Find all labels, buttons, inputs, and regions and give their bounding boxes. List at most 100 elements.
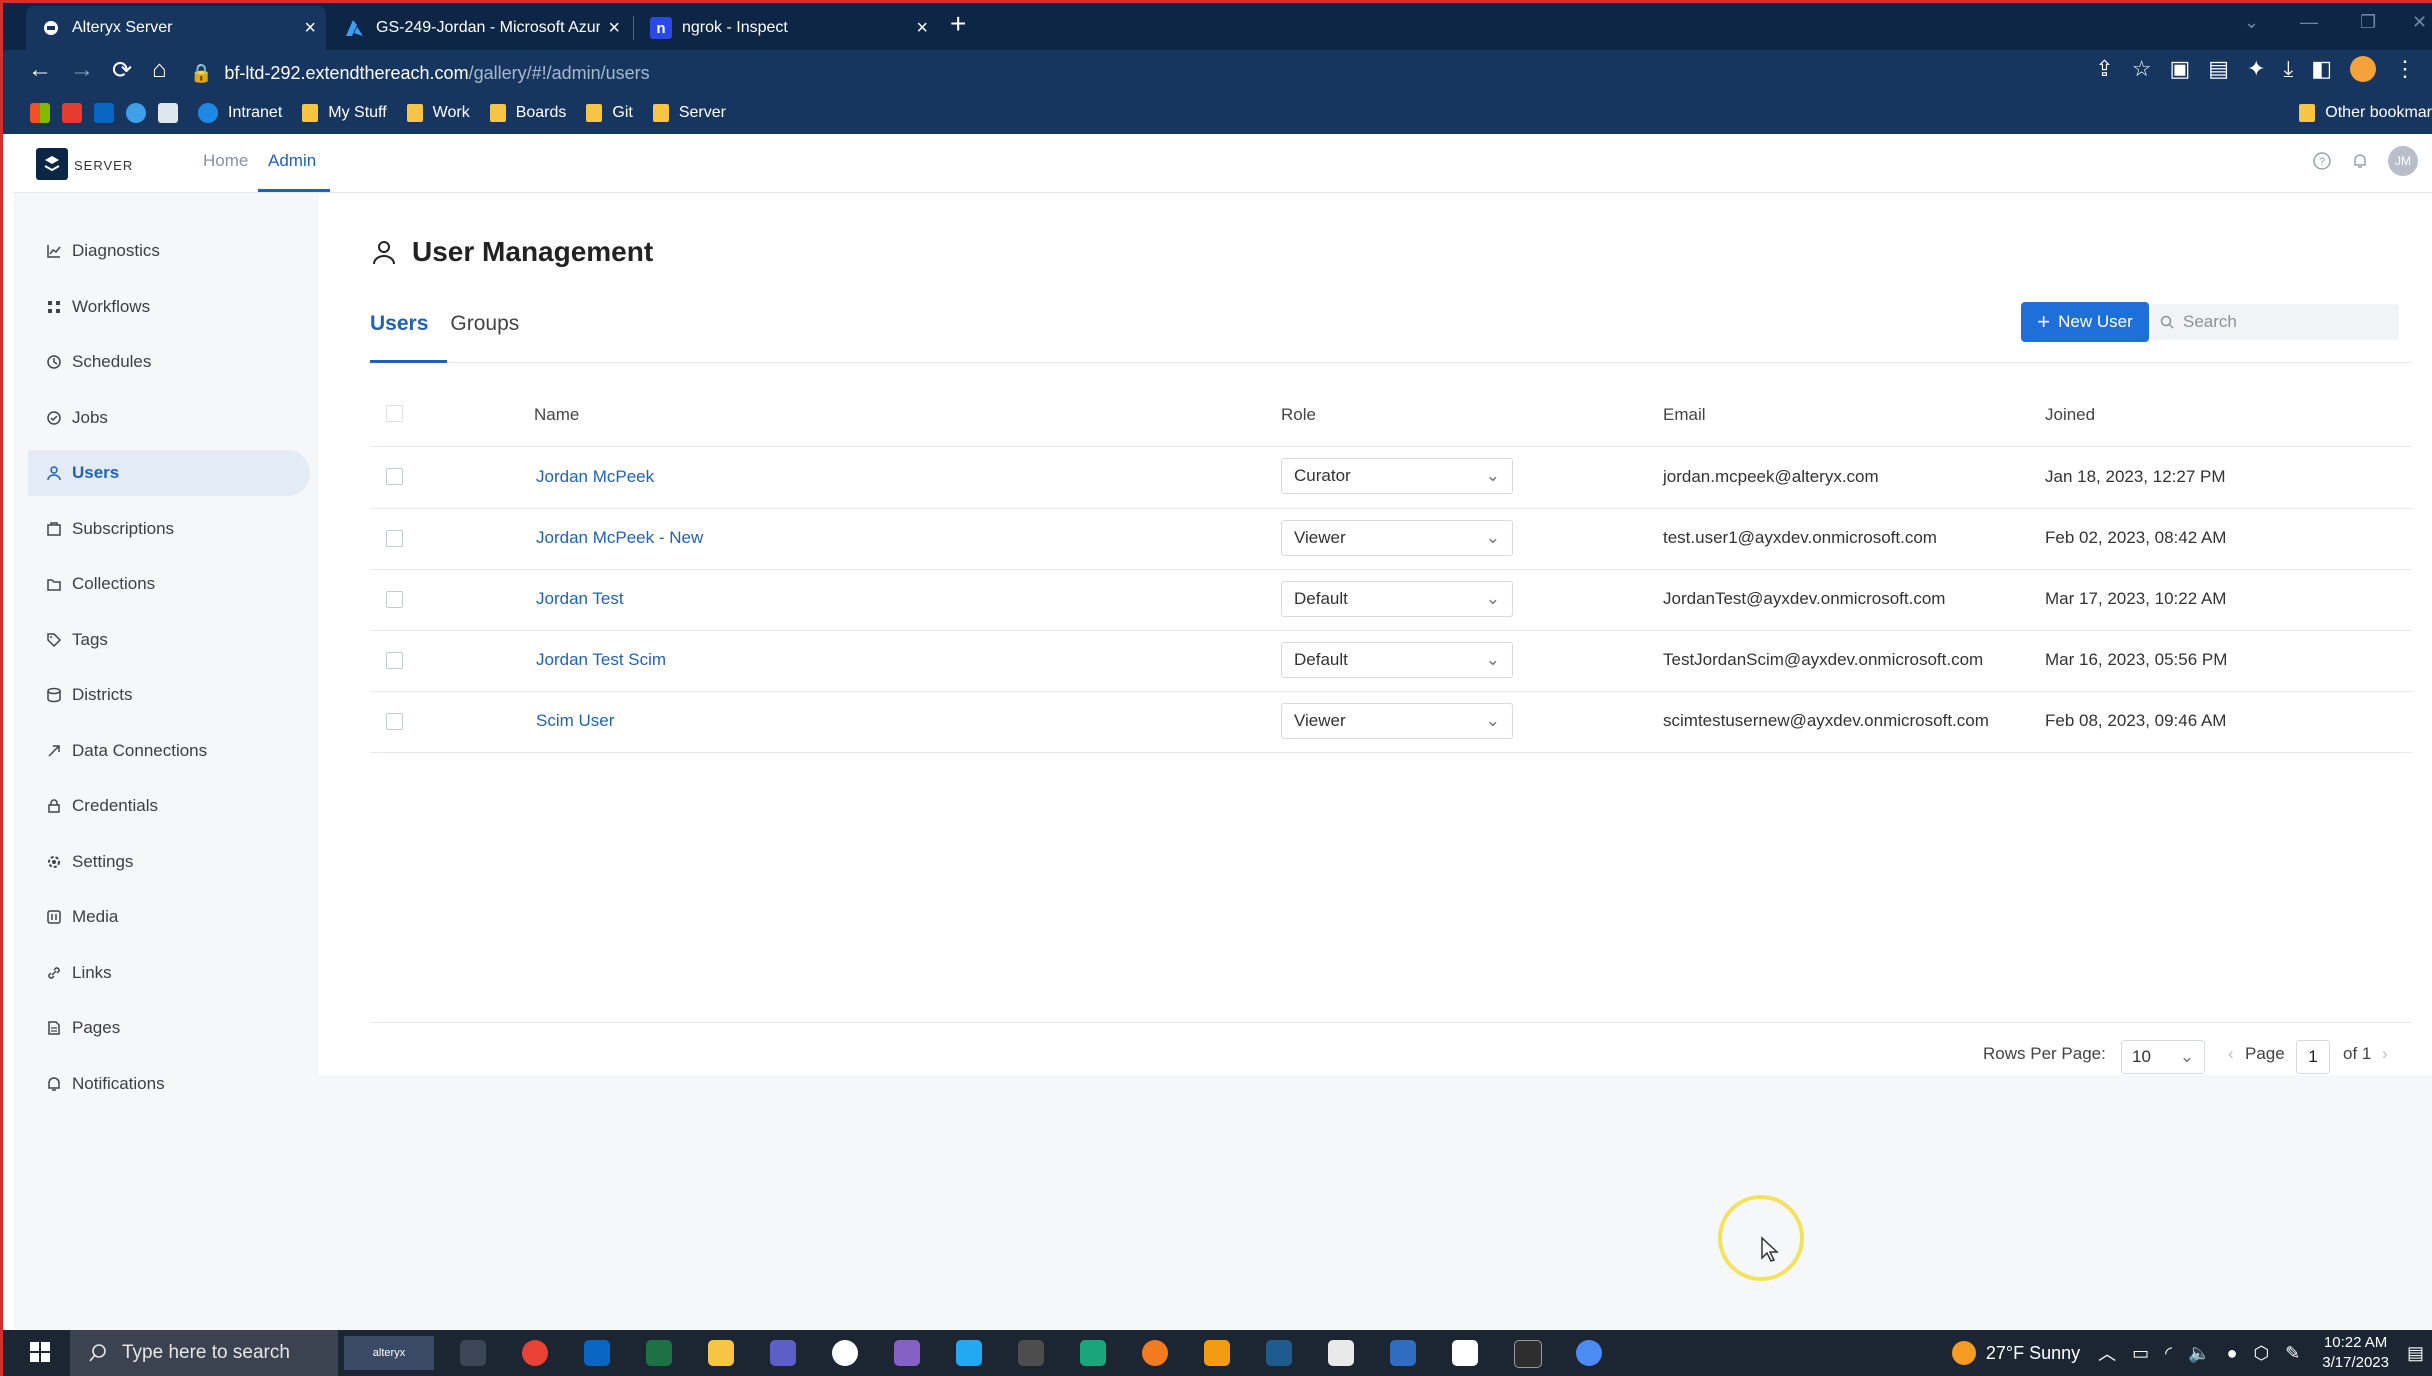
sidebar-item-subscriptions[interactable]: Subscriptions: [28, 506, 310, 552]
select-all-checkbox[interactable]: [386, 405, 403, 422]
minimize-icon[interactable]: —: [2300, 12, 2318, 33]
taskbar-search[interactable]: Type here to search: [70, 1330, 338, 1376]
weather-text[interactable]: 27°F Sunny: [1986, 1343, 2080, 1364]
slack-icon[interactable]: [832, 1340, 858, 1366]
user-name-link[interactable]: Jordan McPeek - New: [536, 528, 703, 548]
task-view-icon[interactable]: [460, 1340, 486, 1366]
row-checkbox[interactable]: [386, 591, 403, 608]
sublime-icon[interactable]: [1204, 1340, 1230, 1366]
sidebar-item-media[interactable]: Media: [28, 894, 310, 940]
column-header-name[interactable]: Name: [534, 405, 579, 425]
bookmark-server[interactable]: Server: [652, 104, 726, 122]
role-select[interactable]: Viewer ⌄: [1281, 703, 1513, 739]
back-icon[interactable]: ←: [28, 56, 52, 84]
home-icon[interactable]: ⌂: [152, 56, 167, 84]
linkedin-icon[interactable]: [94, 103, 114, 123]
column-header-joined[interactable]: Joined: [2045, 405, 2095, 425]
row-checkbox[interactable]: [386, 530, 403, 547]
bookmark-app-icon[interactable]: [158, 103, 178, 123]
close-icon[interactable]: ×: [304, 17, 316, 40]
role-select[interactable]: Viewer ⌄: [1281, 520, 1513, 556]
chrome-icon[interactable]: [522, 1340, 548, 1366]
sidebar-item-districts[interactable]: Districts: [28, 672, 310, 718]
sidebar-item-jobs[interactable]: Jobs: [28, 395, 310, 441]
page-number-input[interactable]: 1: [2296, 1040, 2330, 1074]
row-checkbox[interactable]: [386, 468, 403, 485]
bookmark-my-stuff[interactable]: My Stuff: [302, 104, 387, 122]
nav-admin[interactable]: Admin: [268, 151, 316, 171]
bookmark-intranet[interactable]: Intranet: [198, 103, 282, 123]
wifi-icon[interactable]: ◜: [2165, 1343, 2172, 1364]
bell-icon[interactable]: [2350, 151, 2370, 171]
puzzle-icon[interactable]: ✦: [2247, 56, 2265, 82]
sidebar-item-tags[interactable]: Tags: [28, 617, 310, 663]
powershell-icon[interactable]: [1390, 1340, 1416, 1366]
user-name-link[interactable]: Jordan Test: [536, 589, 624, 609]
vscode-icon[interactable]: [956, 1340, 982, 1366]
sidebar-item-notifications[interactable]: Notifications: [28, 1061, 310, 1107]
sidebar-item-workflows[interactable]: Workflows: [28, 284, 310, 330]
reload-icon[interactable]: ⟳: [112, 56, 132, 85]
sidebar-item-credentials[interactable]: Credentials: [28, 783, 310, 829]
status-dot-icon[interactable]: ●: [2227, 1343, 2238, 1364]
column-header-email[interactable]: Email: [1663, 405, 1706, 425]
tab-ngrok[interactable]: n ngrok - Inspect ×: [636, 6, 938, 50]
download-icon[interactable]: ⤓: [2283, 56, 2293, 82]
sidebar-item-data-connections[interactable]: Data Connections: [28, 728, 310, 774]
role-select[interactable]: Curator ⌄: [1281, 458, 1513, 494]
dropbox-icon[interactable]: ⬡: [2253, 1343, 2269, 1364]
search-input[interactable]: [2181, 311, 2385, 333]
role-select[interactable]: Default ⌄: [1281, 581, 1513, 617]
alteryx-logo-icon[interactable]: [36, 148, 68, 180]
other-bookmarks[interactable]: Other bookmar: [2299, 104, 2432, 122]
chevron-up-icon[interactable]: ︿: [2098, 1340, 2116, 1366]
bookmark-work[interactable]: Work: [406, 104, 470, 122]
row-checkbox[interactable]: [386, 652, 403, 669]
window-close-icon[interactable]: ✕: [2412, 12, 2427, 33]
system-clock[interactable]: 10:22 AM 3/17/2023: [2322, 1333, 2389, 1373]
bookmark-app-icon[interactable]: [62, 103, 82, 123]
terminal-icon[interactable]: [1018, 1340, 1044, 1366]
git-icon[interactable]: [1328, 1340, 1354, 1366]
forward-icon[interactable]: →: [70, 56, 94, 84]
volume-icon[interactable]: 🔈: [2188, 1343, 2210, 1364]
sidebar-item-links[interactable]: Links: [28, 950, 310, 996]
avatar[interactable]: JM: [2388, 146, 2418, 176]
next-page-icon[interactable]: ›: [2382, 1044, 2388, 1064]
tab-groups[interactable]: Groups: [450, 312, 519, 336]
bookmark-git[interactable]: Git: [586, 104, 633, 122]
role-select[interactable]: Default ⌄: [1281, 642, 1513, 678]
outlook-icon[interactable]: [584, 1340, 610, 1366]
maximize-icon[interactable]: ❐: [2360, 12, 2376, 33]
apps-icon[interactable]: [30, 103, 50, 123]
profile-icon[interactable]: [2350, 56, 2376, 82]
teams-icon[interactable]: [770, 1340, 796, 1366]
bookmark-app-icon[interactable]: [126, 103, 146, 123]
postman-icon[interactable]: [1142, 1340, 1168, 1366]
column-header-role[interactable]: Role: [1281, 405, 1316, 425]
share-icon[interactable]: ⇪: [2095, 56, 2113, 82]
user-name-link[interactable]: Jordan Test Scim: [536, 650, 666, 670]
sidebar-item-schedules[interactable]: Schedules: [28, 339, 310, 385]
new-tab-button[interactable]: +: [950, 8, 966, 40]
extension-icon[interactable]: ▣: [2169, 56, 2190, 82]
user-name-link[interactable]: Jordan McPeek: [536, 467, 654, 487]
rows-per-page-select[interactable]: 10 ⌄: [2121, 1040, 2205, 1074]
tab-users[interactable]: Users: [370, 312, 428, 336]
notification-center-icon[interactable]: ▤: [2407, 1343, 2424, 1364]
help-icon[interactable]: ?: [2312, 151, 2332, 171]
sidebar-item-pages[interactable]: Pages: [28, 1005, 310, 1051]
bookmark-boards[interactable]: Boards: [489, 104, 566, 122]
menu-icon[interactable]: ⋮: [2394, 56, 2416, 82]
close-icon[interactable]: ×: [916, 17, 928, 40]
address-bar[interactable]: 🔒 bf-ltd-292.extendthereach.com/gallery/…: [190, 57, 2140, 89]
sidebar-item-diagnostics[interactable]: Diagnostics: [28, 228, 310, 274]
file-explorer-icon[interactable]: [708, 1340, 734, 1366]
extension-icon[interactable]: ▤: [2208, 56, 2229, 82]
weather-sun-icon[interactable]: [1951, 1341, 1976, 1365]
close-icon[interactable]: ×: [608, 17, 620, 40]
battery-icon[interactable]: ▭: [2132, 1343, 2149, 1364]
visual-studio-icon[interactable]: [894, 1340, 920, 1366]
nav-home[interactable]: Home: [203, 151, 248, 171]
taskbar-alteryx-thumbnail[interactable]: alteryx: [344, 1336, 434, 1370]
